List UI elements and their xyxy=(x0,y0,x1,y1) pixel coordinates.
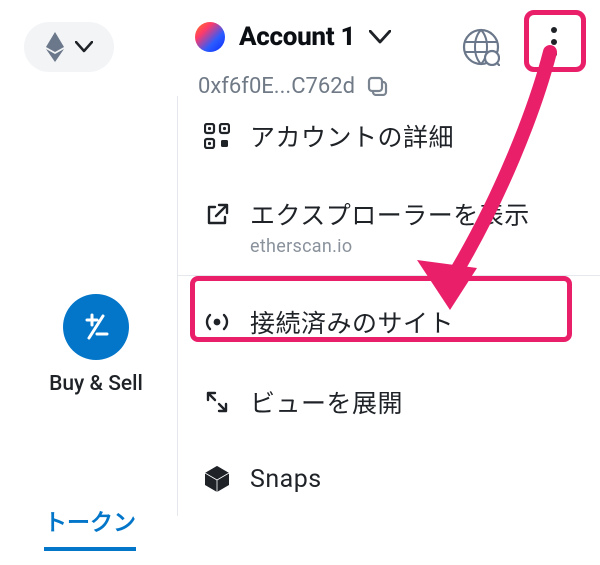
menu-item-label: Snaps xyxy=(250,465,322,494)
top-bar: Account 1 xyxy=(0,0,600,72)
account-options-menu: アカウントの詳細 エクスプローラーを表示 etherscan.io 接続済みのサ… xyxy=(178,96,600,516)
chevron-down-icon xyxy=(75,41,93,53)
menu-item-sublabel: etherscan.io xyxy=(250,236,530,257)
copy-icon[interactable] xyxy=(367,76,389,98)
menu-item-label: エクスプローラーを表示 xyxy=(250,196,530,232)
broadcast-icon xyxy=(202,307,232,337)
menu-item-expand-view[interactable]: ビューを展開 xyxy=(178,362,600,442)
menu-item-label: アカウントの詳細 xyxy=(250,118,454,154)
network-selector[interactable] xyxy=(24,22,114,72)
qr-icon xyxy=(202,121,232,151)
tab-tokens[interactable]: トークン xyxy=(44,503,136,551)
kebab-menu-button[interactable] xyxy=(528,16,580,68)
tab-bar: トークン xyxy=(0,503,136,551)
action-label: Buy & Sell xyxy=(49,372,143,396)
menu-separator xyxy=(178,275,600,276)
menu-item-label: 接続済みのサイト xyxy=(250,304,454,340)
ethereum-icon xyxy=(45,32,65,62)
menu-item-account-details[interactable]: アカウントの詳細 xyxy=(178,96,600,176)
action-buy-sell[interactable]: Buy & Sell xyxy=(46,294,146,402)
connected-globe-icon[interactable] xyxy=(462,28,500,66)
account-avatar xyxy=(195,22,225,52)
menu-item-explorer[interactable]: エクスプローラーを表示 etherscan.io xyxy=(178,176,600,269)
cube-icon xyxy=(202,464,232,494)
menu-item-connected-sites[interactable]: 接続済みのサイト xyxy=(178,282,600,362)
account-name: Account 1 xyxy=(239,22,355,52)
account-selector[interactable]: Account 1 xyxy=(195,22,391,52)
kebab-icon xyxy=(551,27,557,57)
plus-minus-icon xyxy=(63,294,129,360)
external-link-icon xyxy=(202,200,232,230)
menu-item-label: ビューを展開 xyxy=(250,384,403,420)
chevron-down-icon xyxy=(369,30,391,44)
menu-item-snaps[interactable]: Snaps xyxy=(178,442,600,516)
expand-icon xyxy=(202,387,232,417)
